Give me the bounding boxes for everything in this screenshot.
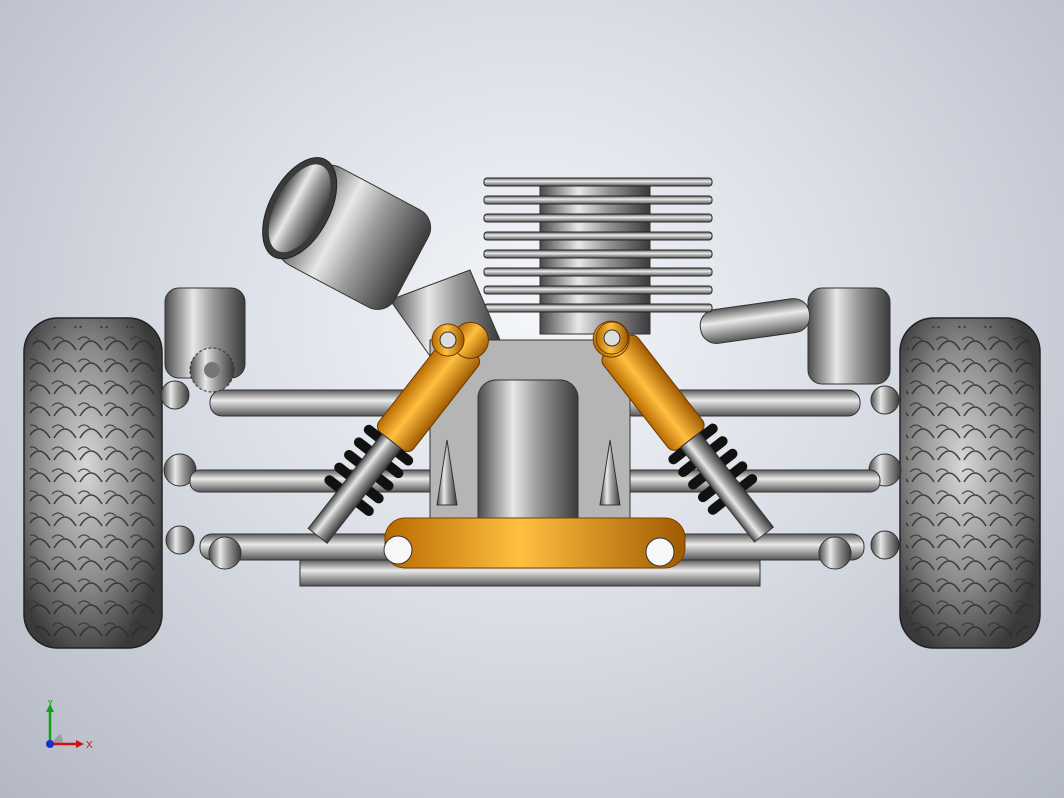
- rc-car-chassis-model[interactable]: [0, 0, 1064, 798]
- y-axis-label: Y: [47, 700, 54, 709]
- left-upright[interactable]: [160, 287, 246, 555]
- coordinate-triad: Y X: [46, 700, 93, 751]
- right-tire[interactable]: [899, 317, 1041, 649]
- orange-cross-brace[interactable]: [383, 517, 686, 569]
- graphics-viewport[interactable]: Y X: [0, 0, 1064, 798]
- spur-gear[interactable]: [189, 347, 235, 393]
- left-tire[interactable]: [23, 317, 163, 649]
- z-axis-dot-icon: [46, 740, 54, 748]
- engine-cooling-fins[interactable]: [483, 177, 713, 335]
- x-axis-arrowhead-icon: [76, 740, 84, 748]
- x-axis-label: X: [86, 740, 93, 751]
- right-upright[interactable]: [807, 287, 902, 560]
